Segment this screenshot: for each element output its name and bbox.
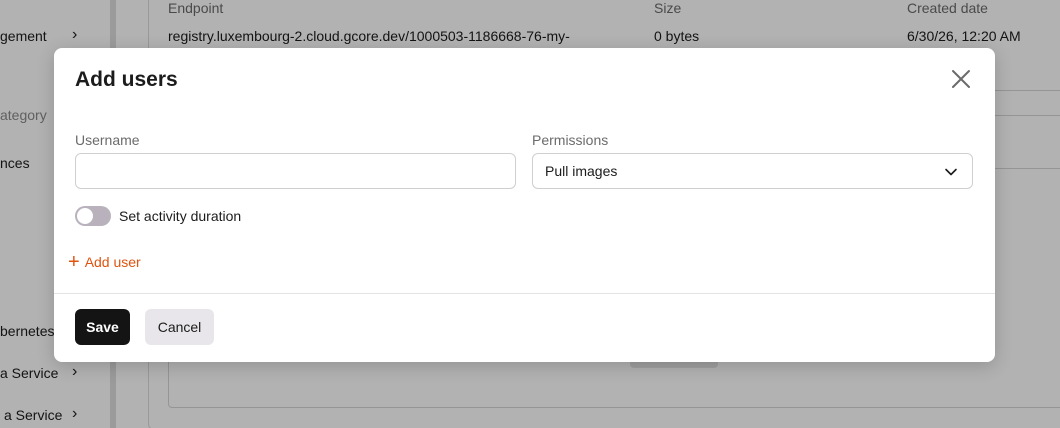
add-user-label: Add user bbox=[84, 254, 141, 270]
close-icon bbox=[952, 70, 970, 88]
dialog-footer-divider bbox=[54, 293, 995, 294]
close-button[interactable] bbox=[950, 68, 972, 90]
permissions-selected-value: Pull images bbox=[545, 163, 618, 179]
username-label: Username bbox=[75, 132, 140, 148]
permissions-label: Permissions bbox=[532, 132, 609, 148]
chevron-down-icon bbox=[945, 168, 957, 176]
plus-icon: + bbox=[68, 251, 80, 273]
dialog-title: Add users bbox=[75, 68, 178, 91]
activity-duration-label: Set activity duration bbox=[119, 208, 242, 224]
permissions-select[interactable]: Pull images bbox=[532, 153, 973, 189]
add-users-dialog: Add users Username Permissions Pull imag… bbox=[54, 48, 995, 362]
add-user-button[interactable]: + Add user bbox=[68, 252, 141, 272]
username-input[interactable] bbox=[75, 153, 516, 189]
activity-duration-toggle[interactable] bbox=[75, 206, 111, 226]
save-button[interactable]: Save bbox=[75, 309, 130, 345]
cancel-button[interactable]: Cancel bbox=[145, 309, 214, 345]
toggle-knob bbox=[77, 208, 93, 224]
